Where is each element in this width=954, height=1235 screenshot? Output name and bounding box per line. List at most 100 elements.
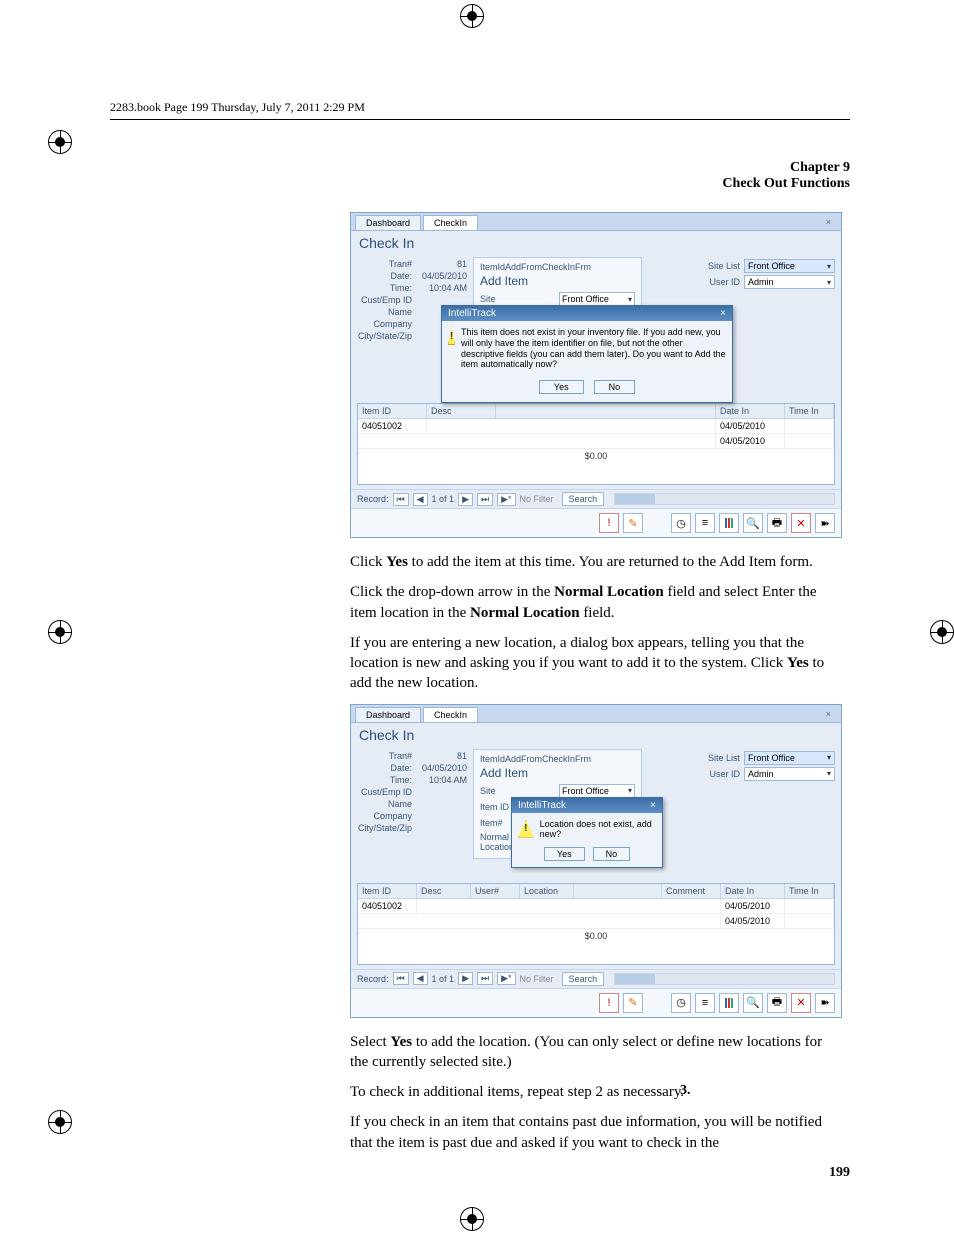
barcode-icon[interactable]	[719, 993, 739, 1013]
exit-icon[interactable]: ➽	[815, 993, 835, 1013]
search-input[interactable]: Search	[562, 972, 605, 986]
nav-prev-icon[interactable]: ◀	[413, 493, 428, 506]
delete-icon[interactable]: ✕	[791, 993, 811, 1013]
label-time: Time:	[357, 283, 412, 293]
label-tran: Tran#	[357, 259, 412, 269]
checkin-title: Check In	[351, 231, 841, 255]
nav-first-icon[interactable]: ⏮	[393, 493, 409, 506]
dialog-message: This item does not exist in your invento…	[461, 327, 726, 370]
nav-last-icon[interactable]: ⏭	[477, 972, 493, 985]
alert-icon[interactable]: !	[599, 513, 619, 533]
userid-select[interactable]: Admin▾	[744, 767, 835, 781]
nav-new-icon[interactable]: ▶*	[497, 972, 515, 985]
add-item-heading: Add Item	[480, 274, 635, 288]
userid-select[interactable]: Admin▾	[744, 275, 835, 289]
chevron-down-icon: ▾	[827, 753, 831, 762]
items-grid: Item ID Desc User# Location Comment Date…	[357, 883, 835, 965]
nav-prev-icon[interactable]: ◀	[413, 972, 428, 985]
col-timein: Time In	[785, 404, 834, 418]
label-sitelist: Site List	[695, 261, 740, 271]
label-site: Site	[480, 294, 530, 304]
nav-new-icon[interactable]: ▶*	[497, 493, 515, 506]
close-icon[interactable]: ×	[820, 707, 837, 722]
cell-date: 04/05/2010	[716, 419, 785, 433]
chapter-heading: Chapter 9 Check Out Functions	[110, 160, 850, 192]
label-city: City/State/Zip	[357, 331, 412, 341]
para-past-due: If you check in an item that contains pa…	[350, 1112, 830, 1153]
sitelist-select[interactable]: Front Office▾	[744, 751, 835, 765]
search-input[interactable]: Search	[562, 492, 605, 506]
record-nav: Record: ⏮ ◀ 1 of 1 ▶ ⏭ ▶* No Filter Sear…	[351, 969, 841, 988]
list-icon[interactable]: ≡	[695, 513, 715, 533]
col-datein: Date In	[716, 404, 785, 418]
bottom-toolbar: ! ✎ ◷ ≡ 🔍 🖶 ✕ ➽	[351, 508, 841, 537]
globe-icon[interactable]: ◷	[671, 993, 691, 1013]
label-cust: Cust/Emp ID	[357, 295, 412, 305]
record-label: Record:	[357, 494, 389, 504]
close-icon[interactable]: ×	[820, 215, 837, 230]
dialog-close-icon[interactable]: ×	[650, 800, 656, 811]
step-3: 3. To check in additional items, repeat …	[350, 1082, 830, 1102]
registration-mark-bottom	[460, 1207, 484, 1231]
horizontal-scrollbar[interactable]	[614, 493, 835, 505]
running-header: 2283.book Page 199 Thursday, July 7, 201…	[110, 100, 850, 120]
tools-icon[interactable]: ✎	[623, 513, 643, 533]
print-icon[interactable]: 🖶	[767, 993, 787, 1013]
registration-mark-left-mid	[48, 620, 72, 644]
registration-mark-left-upper	[48, 130, 72, 154]
value-time: 10:04 AM	[429, 283, 467, 293]
find-icon[interactable]: 🔍	[743, 993, 763, 1013]
col-itemid: Item ID	[358, 404, 427, 418]
no-button[interactable]: No	[593, 847, 631, 861]
dialog-message: Location does not exist, add new?	[540, 819, 656, 839]
chevron-down-icon: ▾	[628, 295, 632, 304]
bottom-toolbar: ! ✎ ◷ ≡ 🔍 🖶 ✕ ➽	[351, 988, 841, 1017]
find-icon[interactable]: 🔍	[743, 513, 763, 533]
yes-button[interactable]: Yes	[544, 847, 585, 861]
value-date: 04/05/2010	[422, 271, 467, 281]
right-panel: Site ListFront Office▾ User IDAdmin▾	[695, 749, 835, 859]
tab-dashboard[interactable]: Dashboard	[355, 215, 421, 230]
label-date: Date:	[357, 271, 412, 281]
page-number: 199	[829, 1165, 850, 1181]
chevron-down-icon: ▾	[827, 278, 831, 287]
chevron-down-icon: ▾	[827, 769, 831, 778]
checkin-summary: Tran#81 Date:04/05/2010 Time:10:04 AM Cu…	[357, 749, 467, 859]
yes-button[interactable]: Yes	[539, 380, 584, 394]
registration-mark-left-lower	[48, 1110, 72, 1134]
dialog-add-location-confirm: IntelliTrack× ! Location does not exist,…	[511, 797, 663, 868]
sitelist-select[interactable]: Front Office▾	[744, 259, 835, 273]
checkin-title: Check In	[351, 723, 841, 747]
para-normal-location: Click the drop-down arrow in the Normal …	[350, 582, 830, 623]
horizontal-scrollbar[interactable]	[614, 973, 835, 985]
cell-itemid: 04051002	[358, 419, 427, 433]
site-select[interactable]: Front Office▾	[559, 784, 635, 798]
barcode-icon[interactable]	[719, 513, 739, 533]
alert-icon[interactable]: !	[599, 993, 619, 1013]
chevron-down-icon: ▾	[827, 262, 831, 271]
exit-icon[interactable]: ➽	[815, 513, 835, 533]
nav-next-icon[interactable]: ▶	[458, 493, 473, 506]
list-icon[interactable]: ≡	[695, 993, 715, 1013]
tools-icon[interactable]: ✎	[623, 993, 643, 1013]
para-new-location: If you are entering a new location, a di…	[350, 633, 830, 694]
nav-last-icon[interactable]: ⏭	[477, 493, 493, 506]
grid-total: $0.00	[358, 449, 834, 463]
tab-checkin[interactable]: CheckIn	[423, 707, 478, 722]
para-click-yes: Click Yes to add the item at this time. …	[350, 552, 830, 572]
nav-next-icon[interactable]: ▶	[458, 972, 473, 985]
nav-first-icon[interactable]: ⏮	[393, 972, 409, 985]
print-icon[interactable]: 🖶	[767, 513, 787, 533]
globe-icon[interactable]: ◷	[671, 513, 691, 533]
col-desc: Desc	[427, 404, 496, 418]
label-userid: User ID	[695, 277, 740, 287]
tab-dashboard[interactable]: Dashboard	[355, 707, 421, 722]
no-button[interactable]: No	[594, 380, 636, 394]
dialog-add-item-confirm: IntelliTrack× ! This item does not exist…	[441, 305, 733, 403]
dialog-close-icon[interactable]: ×	[720, 308, 726, 319]
delete-icon[interactable]: ✕	[791, 513, 811, 533]
tab-checkin[interactable]: CheckIn	[423, 215, 478, 230]
site-select[interactable]: Front Office▾	[559, 292, 635, 306]
dialog-title: IntelliTrack	[448, 308, 496, 319]
nofilter-label: No Filter	[520, 494, 554, 504]
